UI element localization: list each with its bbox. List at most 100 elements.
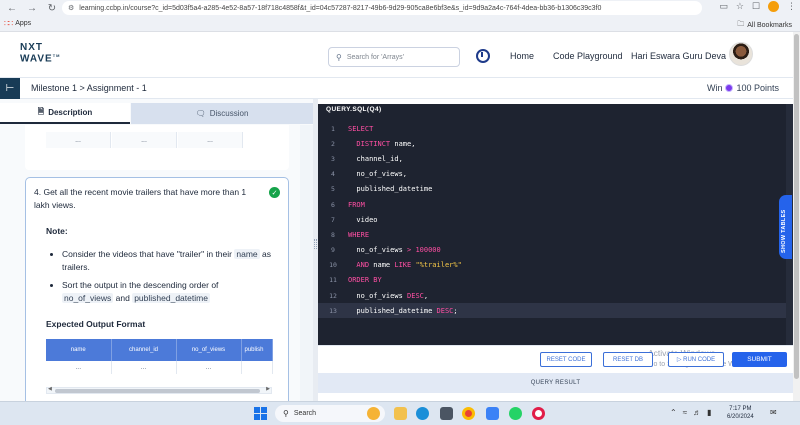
volume-icon[interactable]: ♬ bbox=[693, 408, 701, 417]
page-scrollbar-thumb[interactable] bbox=[794, 34, 799, 379]
timer-icon[interactable] bbox=[476, 49, 490, 63]
chevron-up-icon[interactable]: ⌃ bbox=[670, 408, 677, 417]
code-token: no_of_views bbox=[348, 291, 408, 300]
url-text: learning.ccbp.in/course?c_id=5d03f5a4-a2… bbox=[79, 4, 602, 12]
extensions-icon[interactable]: ☐ bbox=[752, 1, 760, 12]
line-number: 12 bbox=[329, 291, 337, 300]
tab-description[interactable]: 🗎 Description bbox=[0, 103, 130, 124]
code-line[interactable]: 3 channel_id, bbox=[318, 151, 793, 166]
profile-icon[interactable] bbox=[768, 1, 779, 12]
code-line[interactable]: 4 no_of_views, bbox=[318, 167, 793, 182]
code-text: no_of_views, bbox=[348, 170, 407, 178]
opera-icon[interactable] bbox=[532, 407, 545, 420]
code-text: no_of_views > 100000 bbox=[348, 246, 440, 254]
nav-code-playground[interactable]: Code Playground bbox=[553, 51, 623, 61]
code-line[interactable]: 10 AND name LIKE "%trailer%" bbox=[318, 258, 793, 273]
submit-button[interactable]: SUBMIT bbox=[732, 352, 787, 367]
code-text: channel_id, bbox=[348, 155, 402, 163]
widgets-icon[interactable] bbox=[367, 407, 380, 420]
wifi-icon[interactable]: ≈ bbox=[683, 408, 687, 417]
show-tables-button[interactable]: SHOW TABLES bbox=[779, 195, 792, 259]
menu-dots-icon[interactable]: ⋮ bbox=[787, 1, 796, 12]
scroll-right-icon[interactable]: ▶ bbox=[266, 386, 270, 392]
tab-discussion[interactable]: 🗨 Discussion bbox=[131, 103, 313, 124]
whatsapp-icon[interactable] bbox=[509, 407, 522, 420]
code-text: FROM bbox=[348, 201, 365, 209]
bookmark-star-icon[interactable]: ☆ bbox=[736, 1, 744, 12]
code-token: ORDER BY bbox=[348, 276, 382, 285]
browser-toolbar: ← → ↻ ⚙ learning.ccbp.in/course?c_id=5d0… bbox=[0, 0, 800, 16]
line-number: 13 bbox=[329, 306, 337, 315]
user-name[interactable]: Hari Eswara Guru Deva bbox=[631, 51, 726, 61]
windows-start-icon[interactable] bbox=[254, 407, 267, 420]
install-icon[interactable]: ▭ bbox=[719, 1, 728, 12]
code-token: "%trailer%" bbox=[411, 261, 462, 270]
scrollbar-thumb[interactable] bbox=[55, 389, 260, 393]
code-lines[interactable]: 1 SELECT 2 DISTINCT name, 3 channel_id, 4 no… bbox=[318, 121, 793, 319]
code-token: DISTINCT bbox=[348, 139, 391, 148]
address-bar[interactable]: ⚙ learning.ccbp.in/course?c_id=5d03f5a4-… bbox=[62, 1, 702, 15]
file-explorer-icon[interactable] bbox=[394, 407, 407, 420]
system-tray: ⌃ ≈ ♬ ▮ bbox=[670, 408, 712, 417]
taskbar-clock[interactable]: 7:17 PM 6/20/2024 bbox=[727, 405, 754, 421]
bookmarks-bar: ∷∷ Apps 🗀 All Bookmarks bbox=[0, 16, 800, 32]
line-number: 11 bbox=[329, 276, 337, 285]
site-info-icon[interactable]: ⚙ bbox=[68, 4, 74, 12]
code-line[interactable]: 11 ORDER BY bbox=[318, 273, 793, 288]
app-header: NXT WAVETM ⚲ Search for 'Arrays' Home Co… bbox=[0, 32, 793, 78]
table-header: publish bbox=[241, 339, 273, 361]
reset-code-button[interactable]: RESET CODE bbox=[540, 352, 592, 367]
code-line[interactable]: 9 no_of_views > 100000 bbox=[318, 243, 793, 258]
scroll-left-icon[interactable]: ◀ bbox=[48, 386, 52, 392]
table-header: no_of_views bbox=[176, 339, 242, 361]
code-line[interactable]: 2 DISTINCT name, bbox=[318, 136, 793, 151]
notification-icon[interactable]: ✉ bbox=[770, 408, 777, 417]
code-text: video bbox=[348, 216, 377, 224]
query-result-toggle[interactable]: QUERY RESULT bbox=[318, 373, 793, 393]
all-bookmarks[interactable]: 🗀 All Bookmarks bbox=[737, 20, 792, 31]
chrome-icon[interactable] bbox=[462, 407, 475, 420]
table-horizontal-scrollbar[interactable]: ◀ ▶ bbox=[46, 386, 272, 394]
table-row: ... ... ... bbox=[46, 361, 273, 374]
nav-home[interactable]: Home bbox=[510, 51, 534, 61]
code-line[interactable]: 7 video bbox=[318, 212, 793, 227]
question-text: 4. Get all the recent movie trailers tha… bbox=[34, 187, 247, 210]
battery-icon[interactable]: ▮ bbox=[707, 408, 711, 417]
avatar[interactable] bbox=[729, 42, 753, 66]
editor-file-tab[interactable]: QUERY.SQL(Q4) bbox=[326, 106, 382, 118]
search-input[interactable]: ⚲ Search for 'Arrays' bbox=[328, 47, 460, 67]
sql-editor[interactable]: QUERY.SQL(Q4) 1 SELECT 2 DISTINCT name, 3 c… bbox=[318, 104, 793, 345]
code-token: AND bbox=[348, 261, 370, 270]
code-line[interactable]: 8 WHERE bbox=[318, 227, 793, 242]
search-icon: ⚲ bbox=[283, 409, 289, 418]
reload-icon[interactable]: ↻ bbox=[44, 1, 60, 15]
previous-question-card: ... ... ... bbox=[25, 125, 289, 170]
run-code-button[interactable]: ▷ RUN CODE bbox=[668, 352, 724, 367]
code-token: name, bbox=[390, 139, 416, 148]
code-line[interactable]: 13 published_datetime DESC; bbox=[318, 303, 793, 319]
nxtwave-logo[interactable]: NXT WAVETM bbox=[20, 43, 60, 64]
code-line[interactable]: 5 published_datetime bbox=[318, 182, 793, 197]
code-token: no_of_views, bbox=[348, 170, 408, 179]
code-line[interactable]: 1 SELECT bbox=[318, 121, 793, 136]
panel-tabs: 🗎 Description 🗨 Discussion bbox=[0, 103, 313, 124]
code-token: SELECT bbox=[348, 124, 374, 133]
edge-icon[interactable] bbox=[416, 407, 429, 420]
page-scrollbar[interactable] bbox=[793, 32, 800, 401]
back-icon[interactable]: ← bbox=[4, 1, 20, 15]
forward-icon[interactable]: → bbox=[24, 1, 40, 15]
code-line[interactable]: 12 no_of_views DESC, bbox=[318, 288, 793, 303]
sidebar-toggle-icon[interactable]: ⊢ bbox=[0, 78, 20, 99]
code-line[interactable]: 6 FROM bbox=[318, 197, 793, 212]
bookmark-apps[interactable]: Apps bbox=[15, 20, 31, 27]
description-scrollbar[interactable] bbox=[300, 125, 313, 401]
all-bookmarks-label: All Bookmarks bbox=[747, 22, 792, 29]
apps-grid-icon[interactable]: ∷∷ bbox=[4, 19, 13, 28]
photos-icon[interactable] bbox=[486, 407, 499, 420]
line-number: 10 bbox=[329, 261, 337, 270]
reset-db-button[interactable]: RESET DB bbox=[603, 352, 653, 367]
browser-actions: ▭ ☆ ☐ ⋮ bbox=[719, 1, 796, 12]
store-icon[interactable] bbox=[440, 407, 453, 420]
code-text: DISTINCT name, bbox=[348, 140, 415, 148]
code-token: , bbox=[423, 291, 429, 300]
